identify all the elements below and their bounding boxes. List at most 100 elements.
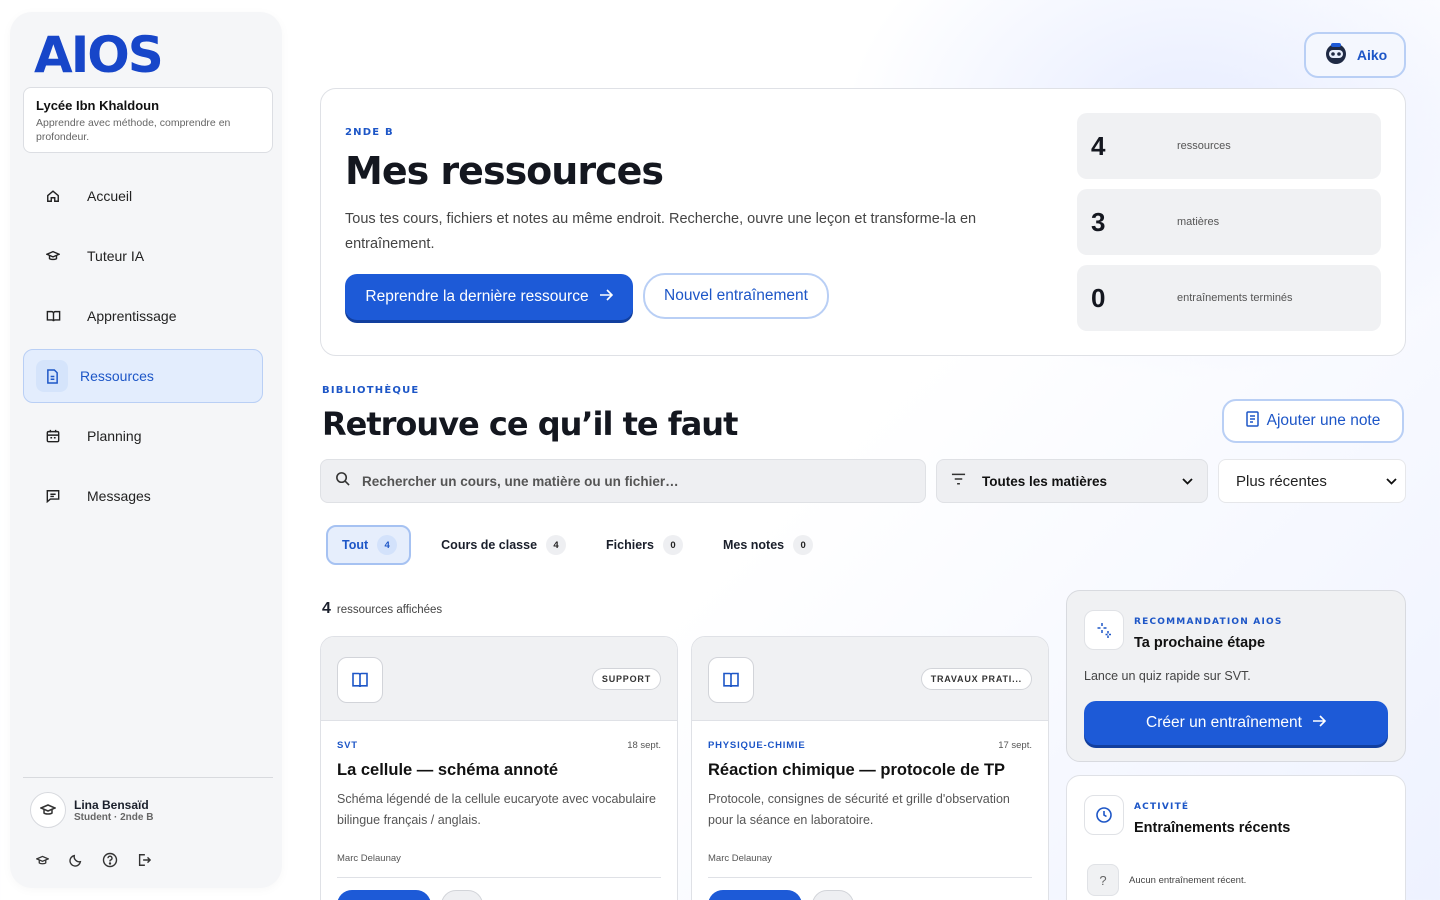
tab-class-courses[interactable]: Cours de classe 4 xyxy=(427,525,576,565)
app-logo[interactable]: AIOS xyxy=(34,26,164,84)
add-note-button[interactable]: Ajouter une note xyxy=(1222,399,1404,443)
nav-item-planning[interactable]: Planning xyxy=(23,409,263,463)
sidebar: AIOS Lycée Ibn Khaldoun Apprendre avec m… xyxy=(10,12,282,888)
chevron-down-icon xyxy=(1386,472,1397,490)
school-card: Lycée Ibn Khaldoun Apprendre avec méthod… xyxy=(23,87,273,153)
nav-item-tuteur-ia[interactable]: Tuteur IA xyxy=(23,229,263,283)
sidebar-footer-actions xyxy=(32,850,154,870)
nav-label: Ressources xyxy=(80,368,154,384)
nav-label: Tuteur IA xyxy=(87,248,145,264)
results-count-label: ressources affichées xyxy=(336,604,443,616)
resume-last-resource-button[interactable]: Reprendre la dernière ressource xyxy=(345,274,633,320)
nav-item-ressources[interactable]: Ressources xyxy=(23,349,263,403)
button-label: Nouvel entraînement xyxy=(664,287,808,304)
page-title: Mes ressources xyxy=(345,149,664,193)
logout-icon[interactable] xyxy=(134,850,154,870)
nav-item-accueil[interactable]: Accueil xyxy=(23,169,263,223)
graduation-cap-icon[interactable] xyxy=(32,850,52,870)
tab-label: Tout xyxy=(342,538,369,552)
tab-count: 4 xyxy=(546,535,567,555)
sidebar-divider xyxy=(23,777,273,778)
tab-files[interactable]: Fichiers 0 xyxy=(592,525,693,565)
message-icon xyxy=(43,486,63,506)
nav-label: Messages xyxy=(87,488,151,504)
resource-type-badge: SUPPORT xyxy=(591,668,661,690)
moon-icon[interactable] xyxy=(66,850,86,870)
activity-eyebrow: ACTIVITÉ xyxy=(1134,802,1190,812)
user-profile[interactable]: Lina Bensaïd Student · 2nde B xyxy=(30,792,153,828)
recent-activity-panel: ACTIVITÉ Entraînements récents ? Aucun e… xyxy=(1066,775,1406,900)
tab-label: Cours de classe xyxy=(441,538,538,552)
tab-label: Mes notes xyxy=(722,538,785,552)
resource-card[interactable]: TRAVAUX PRATI... PHYSIQUE-CHIMIE 17 sept… xyxy=(691,636,1049,900)
nav-item-apprentissage[interactable]: Apprentissage xyxy=(23,289,263,343)
stat-resources: 4 ressources xyxy=(1077,113,1381,179)
home-icon xyxy=(43,186,63,206)
resource-subject: SVT xyxy=(337,740,358,751)
open-resource-button[interactable] xyxy=(708,890,802,900)
sort-select[interactable]: Plus récentes xyxy=(1218,459,1406,503)
document-icon xyxy=(36,360,68,392)
tab-count: 0 xyxy=(662,535,683,555)
resource-card-header: TRAVAUX PRATI... xyxy=(692,637,1048,721)
library-title: Retrouve ce qu’il te faut xyxy=(322,405,738,443)
arrow-right-icon xyxy=(1312,714,1327,732)
resource-card[interactable]: SUPPORT SVT 18 sept. La cellule — schéma… xyxy=(320,636,678,900)
empty-state: ? Aucun entraînement récent. xyxy=(1087,864,1246,896)
aiko-assistant-button[interactable]: Aiko xyxy=(1304,32,1406,78)
button-label: Créer un entraînement xyxy=(1146,714,1302,731)
resource-description: Schéma légendé de la cellule eucaryote a… xyxy=(337,792,656,827)
tab-count: 4 xyxy=(377,535,398,555)
user-role: Student · 2nde B xyxy=(74,811,154,823)
results-count-value: 4 xyxy=(322,600,331,617)
book-open-icon xyxy=(708,657,754,703)
library-eyebrow: BIBLIOTHÈQUE xyxy=(322,385,420,396)
stat-trainings-done: 0 entraînements terminés xyxy=(1077,265,1381,331)
resource-tabs: Tout 4 Cours de classe 4 Fichiers 0 Mes … xyxy=(326,525,839,565)
recommendation-text: Lance un quiz rapide sur SVT. xyxy=(1084,669,1251,683)
book-open-icon xyxy=(43,306,63,326)
resource-type-badge: TRAVAUX PRATI... xyxy=(920,668,1032,690)
button-label: Reprendre la dernière ressource xyxy=(365,288,589,305)
chevron-down-icon xyxy=(1182,472,1193,490)
new-training-button[interactable]: Nouvel entraînement xyxy=(643,273,829,319)
note-icon xyxy=(1245,410,1259,432)
resource-subject: PHYSIQUE-CHIMIE xyxy=(708,740,806,751)
class-label: 2NDE B xyxy=(345,127,394,138)
resource-secondary-button[interactable] xyxy=(812,890,854,900)
resource-author: Marc Delaunay xyxy=(708,853,772,864)
robot-icon xyxy=(1323,40,1349,71)
stat-label: entraînements terminés xyxy=(1177,292,1293,304)
tab-all[interactable]: Tout 4 xyxy=(326,525,412,565)
help-icon[interactable] xyxy=(100,850,120,870)
resource-card-header: SUPPORT xyxy=(321,637,677,721)
sort-value: Plus récentes xyxy=(1236,472,1327,490)
resources-hero-card: 2NDE B Mes ressources Tous tes cours, fi… xyxy=(320,88,1406,356)
open-resource-button[interactable] xyxy=(337,890,431,900)
stat-value: 0 xyxy=(1091,282,1106,313)
create-training-button[interactable]: Créer un entraînement xyxy=(1084,701,1388,745)
recommendation-panel: RECOMMANDATION AIOS Ta prochaine étape L… xyxy=(1066,590,1406,762)
subject-filter-value: Toutes les matières xyxy=(982,473,1108,489)
stat-label: matières xyxy=(1177,216,1220,228)
tab-label: Fichiers xyxy=(606,538,654,552)
resource-title: Réaction chimique — protocole de TP xyxy=(708,761,1006,779)
filter-icon xyxy=(951,472,966,490)
nav-label: Planning xyxy=(87,428,142,444)
nav-label: Apprentissage xyxy=(87,308,177,324)
stat-value: 4 xyxy=(1091,130,1106,161)
stat-value: 3 xyxy=(1091,206,1106,237)
search-input[interactable]: Rechercher un cours, une matière ou un f… xyxy=(320,459,926,503)
search-icon xyxy=(335,471,350,491)
tab-my-notes[interactable]: Mes notes 0 xyxy=(709,525,823,565)
subject-filter-select[interactable]: Toutes les matières xyxy=(936,459,1208,503)
school-tagline: Apprendre avec méthode, comprendre en pr… xyxy=(36,117,231,143)
search-placeholder: Rechercher un cours, une matière ou un f… xyxy=(362,473,679,489)
recommendation-eyebrow: RECOMMANDATION AIOS xyxy=(1134,617,1283,627)
resource-description: Protocole, consignes de sécurité et gril… xyxy=(708,792,1010,827)
resource-secondary-button[interactable] xyxy=(441,890,483,900)
stat-label: ressources xyxy=(1177,140,1231,152)
empty-state-text: Aucun entraînement récent. xyxy=(1129,874,1247,886)
nav-item-messages[interactable]: Messages xyxy=(23,469,263,523)
clock-icon xyxy=(1084,795,1124,835)
